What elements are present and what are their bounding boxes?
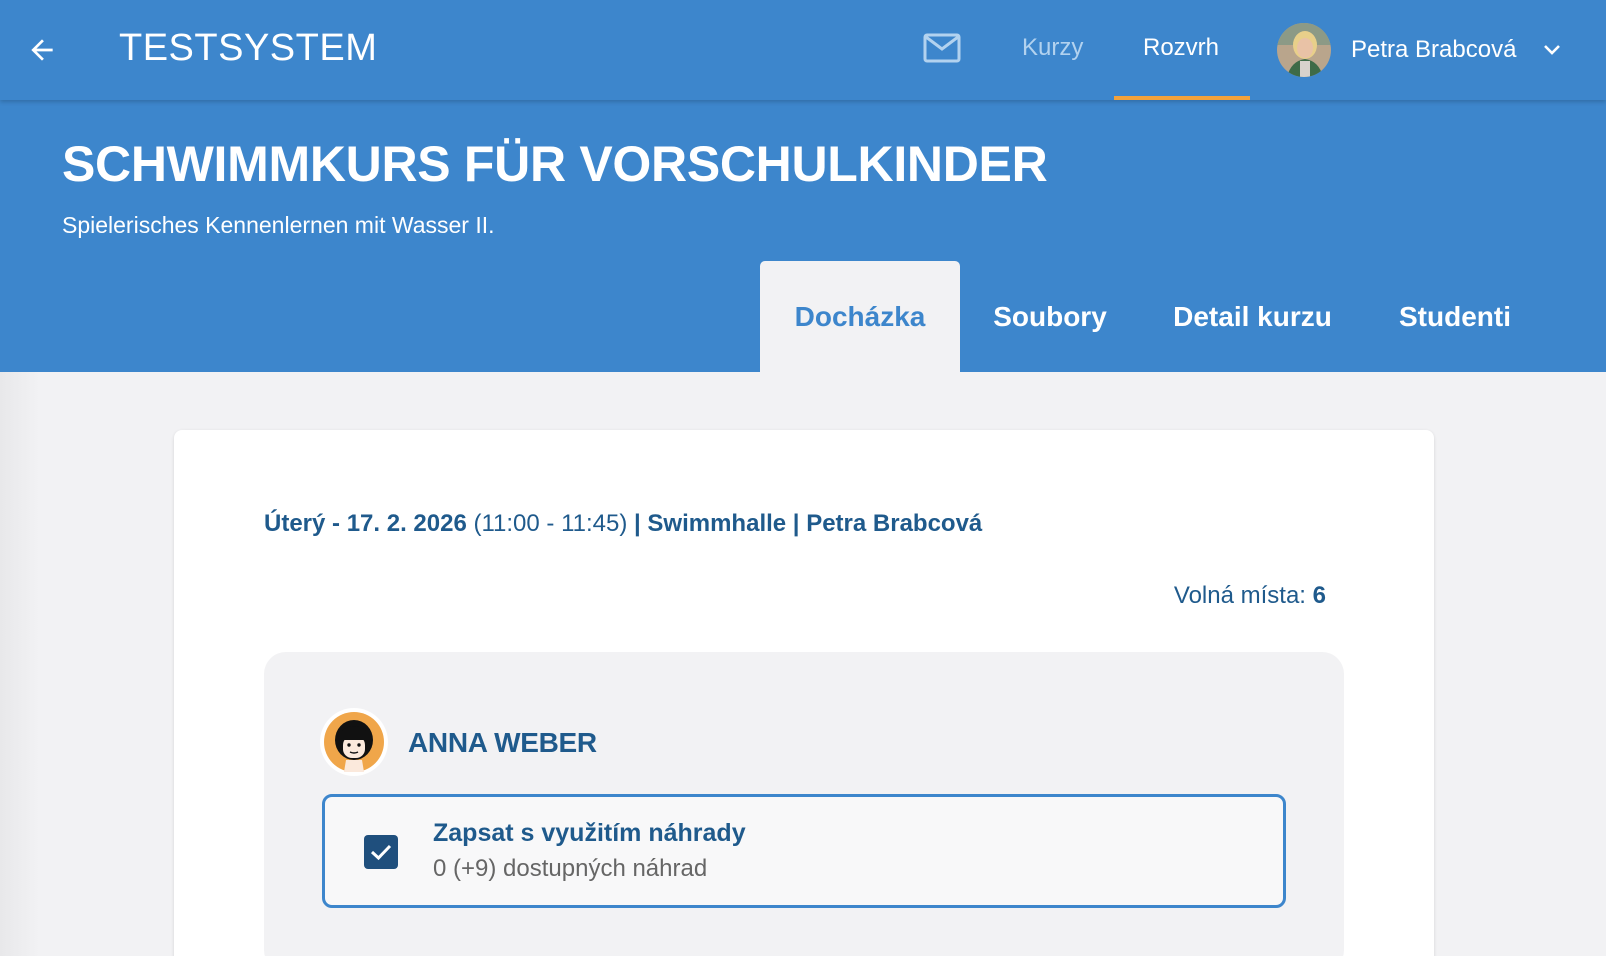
arrow-left-icon: [31, 39, 53, 61]
lesson-instructor: Petra Brabcová: [806, 510, 983, 537]
option-subtitle: 0 (+9) dostupných náhrad: [433, 855, 708, 882]
user-name: Petra Brabcová: [1351, 36, 1517, 63]
tab-soubory[interactable]: Soubory: [980, 261, 1120, 372]
mail-icon: [923, 33, 961, 63]
student-entry: ANNA WEBER Zapsat s využitím náhrady 0 (…: [264, 652, 1344, 956]
student-avatar: [320, 708, 388, 776]
attendance-card: Úterý - 17. 2. 2026 (11:00 - 11:45) | Sw…: [174, 430, 1434, 956]
app-title: TESTSYSTEM: [119, 27, 378, 69]
lesson-date: Úterý - 17. 2. 2026: [264, 510, 467, 537]
free-spots-label: Volná místa:: [1173, 582, 1306, 609]
check-icon: [370, 844, 392, 861]
nav-kurzy[interactable]: Kurzy: [1022, 34, 1083, 62]
free-spots: Volná místa: 6: [1174, 582, 1326, 610]
separator: |: [792, 510, 800, 537]
checkbox-checked[interactable]: [364, 835, 398, 869]
option-title: Zapsat s využitím náhrady: [433, 819, 746, 847]
main-content: Úterý - 17. 2. 2026 (11:00 - 11:45) | Sw…: [0, 372, 1606, 956]
chevron-down-icon: [1542, 43, 1562, 57]
lesson-info: Úterý - 17. 2. 2026 (11:00 - 11:45) | Sw…: [264, 510, 982, 538]
lesson-time: (11:00 - 11:45): [473, 510, 628, 537]
tab-dochazka[interactable]: Docházka: [760, 261, 960, 372]
active-nav-indicator: [1114, 96, 1250, 100]
course-header: SCHWIMMKURS FÜR VORSCHULKINDER Spieleris…: [0, 100, 1606, 372]
user-menu[interactable]: Petra Brabcová: [1277, 22, 1562, 78]
back-button[interactable]: [22, 30, 62, 70]
messages-button[interactable]: [920, 30, 964, 66]
tab-detail-kurzu[interactable]: Detail kurzu: [1165, 261, 1340, 372]
avatar: [1277, 23, 1331, 77]
page-subtitle: Spielerisches Kennenlernen mit Wasser II…: [62, 212, 495, 238]
separator: |: [634, 510, 641, 537]
tab-studenti[interactable]: Studenti: [1385, 261, 1525, 372]
app-bar: TESTSYSTEM Kurzy Rozvrh Petra Brabcová: [0, 0, 1606, 100]
student-name: ANNA WEBER: [408, 727, 597, 758]
nav-rozvrh[interactable]: Rozvrh: [1143, 34, 1219, 62]
page-title: SCHWIMMKURS FÜR VORSCHULKINDER: [62, 136, 1048, 192]
enroll-with-substitution-option[interactable]: Zapsat s využitím náhrady 0 (+9) dostupn…: [322, 794, 1286, 908]
lesson-location: Swimmhalle: [647, 510, 787, 537]
free-spots-value: 6: [1312, 582, 1326, 609]
